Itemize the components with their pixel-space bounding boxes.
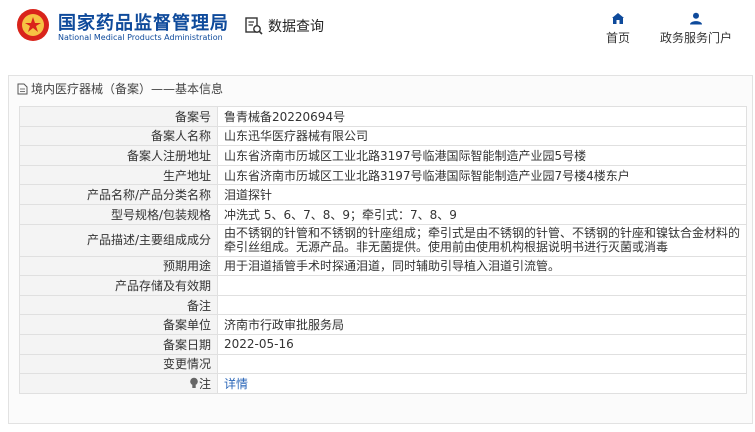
row-label: 产品描述/主要组成成分 — [19, 223, 218, 257]
nav-gov-portal-label: 政务服务门户 — [660, 31, 733, 45]
table-row: 产品名称/产品分类名称 泪道探针 — [19, 184, 747, 205]
table-row: 变更情况 — [19, 353, 747, 375]
row-label: 备案单位 — [19, 314, 218, 335]
table-row: 备案人名称 山东迅华医疗器械有限公司 — [19, 125, 747, 147]
table-row: 注 详情 — [19, 373, 747, 394]
table-row: 型号规格/包装规格 冲洗式 5、6、7、8、9；牵引式：7、8、9 — [19, 203, 747, 225]
table-row: 备案单位 济南市行政审批服务局 — [19, 314, 747, 335]
row-label: 注 — [198, 376, 211, 391]
site-header: 国家药品监督管理局 National Medical Products Admi… — [0, 0, 755, 62]
lightbulb-icon — [190, 377, 198, 388]
search-document-icon — [245, 17, 263, 35]
row-value: 泪道探针 — [217, 184, 747, 205]
table-row: 产品存储及有效期 — [19, 275, 747, 296]
row-value: 鲁青械备20220694号 — [217, 106, 747, 127]
table-row: 备案号 鲁青械备20220694号 — [19, 106, 747, 127]
national-emblem-icon — [17, 9, 49, 41]
user-icon — [690, 12, 702, 25]
row-value — [217, 353, 747, 375]
table-row: 产品描述/主要组成成分 由不锈钢的针管和不锈钢的针座组成；牵引式是由不锈钢的针管… — [19, 223, 747, 257]
row-value: 由不锈钢的针管和不锈钢的针座组成；牵引式是由不锈钢的针管、不锈钢的针座和镍钛合金… — [217, 223, 747, 257]
nav-home-label: 首页 — [606, 31, 631, 45]
row-label: 备注 — [19, 294, 218, 316]
data-query-link[interactable]: 数据查询 — [244, 16, 324, 36]
row-label: 生产地址 — [19, 164, 218, 186]
table-row: 备案日期 2022-05-16 — [19, 333, 747, 355]
row-value: 山东迅华医疗器械有限公司 — [217, 125, 747, 147]
table-row: 预期用途 用于泪道插管手术时探通泪道，同时辅助引导植入泪道引流管。 — [19, 255, 747, 277]
row-label: 产品存储及有效期 — [19, 275, 218, 296]
row-value: 济南市行政审批服务局 — [217, 314, 747, 335]
nav-home[interactable]: 首页 — [606, 12, 630, 46]
row-value: 山东省济南市历城区工业北路3197号临港国际智能制造产业园5号楼 — [217, 145, 747, 166]
table-row: 备注 — [19, 294, 747, 316]
document-icon — [17, 83, 28, 94]
table-row: 备案人注册地址 山东省济南市历城区工业北路3197号临港国际智能制造产业园5号楼 — [19, 145, 747, 166]
row-label: 产品名称/产品分类名称 — [19, 184, 218, 205]
breadcrumb-text: 境内医疗器械（备案）——基本信息 — [31, 82, 224, 96]
row-value — [217, 275, 747, 296]
row-label: 备案日期 — [19, 333, 218, 355]
nav-gov-portal[interactable]: 政务服务门户 — [660, 12, 732, 46]
row-label: 预期用途 — [19, 255, 218, 277]
row-value: 山东省济南市历城区工业北路3197号临港国际智能制造产业园7号楼4楼东户 — [217, 164, 747, 186]
row-label: 变更情况 — [19, 353, 218, 375]
row-value: 详情 — [217, 373, 747, 394]
home-icon — [612, 13, 624, 24]
detail-panel: 境内医疗器械（备案）——基本信息 备案号 鲁青械备20220694号 备案人名称… — [8, 75, 753, 424]
note-label-cell: 注 — [19, 373, 218, 394]
data-query-label: 数据查询 — [268, 19, 324, 35]
row-label: 备案人注册地址 — [19, 145, 218, 166]
row-label: 型号规格/包装规格 — [19, 203, 218, 225]
row-value — [217, 294, 747, 316]
row-value: 用于泪道插管手术时探通泪道，同时辅助引导植入泪道引流管。 — [217, 255, 747, 277]
row-label: 备案号 — [19, 106, 218, 127]
brand-title[interactable]: 国家药品监督管理局 — [58, 9, 229, 35]
details-link[interactable]: 详情 — [224, 377, 248, 391]
row-value: 冲洗式 5、6、7、8、9；牵引式：7、8、9 — [217, 203, 747, 225]
breadcrumb: 境内医疗器械（备案）——基本信息 — [17, 80, 223, 97]
row-value: 2022-05-16 — [217, 333, 747, 355]
info-table: 备案号 鲁青械备20220694号 备案人名称 山东迅华医疗器械有限公司 备案人… — [19, 106, 747, 394]
table-row: 生产地址 山东省济南市历城区工业北路3197号临港国际智能制造产业园7号楼4楼东… — [19, 164, 747, 186]
brand-subtitle: National Medical Products Administration — [58, 33, 223, 42]
row-label: 备案人名称 — [19, 125, 218, 147]
